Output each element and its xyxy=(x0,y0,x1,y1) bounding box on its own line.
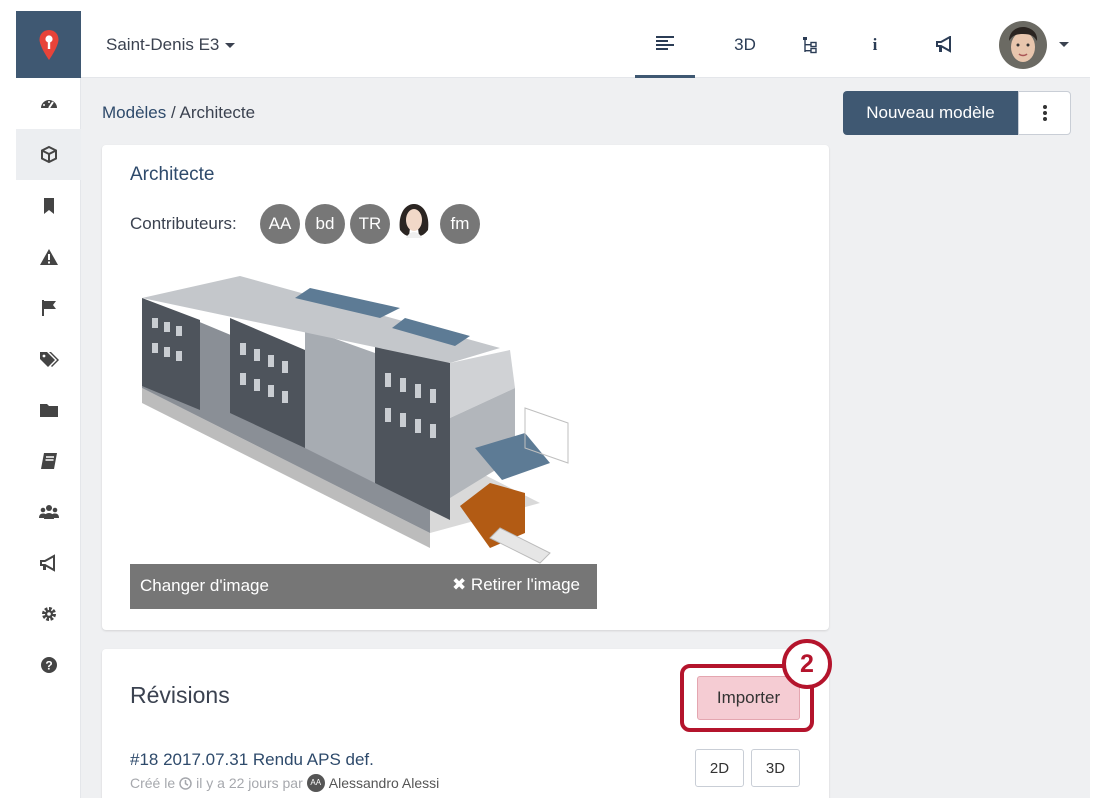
contributor-photo-avatar[interactable] xyxy=(394,200,434,242)
view-3d-button[interactable]: 3D xyxy=(751,749,800,787)
model-card: Architecte Contributeurs: AA bd TR fm Ch… xyxy=(102,145,829,630)
contributor-avatar[interactable]: AA xyxy=(260,204,300,244)
align-left-icon xyxy=(656,36,674,50)
user-menu-chevron-icon[interactable] xyxy=(1059,42,1069,47)
sidebar-item-docs[interactable] xyxy=(16,435,81,486)
contributor-avatar[interactable]: TR xyxy=(350,204,390,244)
user-avatar[interactable] xyxy=(999,21,1047,69)
tab-info[interactable]: i xyxy=(845,11,905,78)
contributor-avatar[interactable]: bd xyxy=(305,204,345,244)
chevron-down-icon xyxy=(225,42,236,48)
bookmark-icon xyxy=(43,197,54,214)
breadcrumb-current: Architecte xyxy=(179,103,256,122)
revisions-card: Révisions Importer 2 #18 2017.07.31 Rend… xyxy=(102,639,832,798)
sidebar-item-dashboard[interactable] xyxy=(16,78,81,129)
app-frame: ? Saint-Denis E3 3D i Modèles / Architec… xyxy=(16,11,1090,798)
sidebar-item-issues[interactable] xyxy=(16,231,81,282)
sitemap-icon xyxy=(803,36,817,53)
tab-announcements[interactable] xyxy=(915,11,975,78)
import-button[interactable]: Importer xyxy=(697,676,800,720)
created-prefix: Créé le xyxy=(130,775,176,791)
bullhorn-icon xyxy=(936,35,951,53)
gear-icon xyxy=(41,606,56,621)
users-icon xyxy=(38,504,59,519)
revisions-title: Révisions xyxy=(130,682,230,708)
sidebar-item-announcements[interactable] xyxy=(16,537,81,588)
sidebar-item-bookmarks[interactable] xyxy=(16,180,81,231)
sidebar-item-tags[interactable] xyxy=(16,333,81,384)
sidebar-item-settings[interactable] xyxy=(16,588,81,639)
sidebar-item-flags[interactable] xyxy=(16,282,81,333)
vertical-ellipsis-icon xyxy=(1042,105,1047,121)
contributor-avatar[interactable]: fm xyxy=(440,204,480,244)
created-when: il y a 22 jours par xyxy=(196,775,303,791)
more-options-button[interactable] xyxy=(1018,91,1071,135)
sidebar-item-models[interactable] xyxy=(16,129,81,180)
tags-icon xyxy=(39,351,59,367)
step-number-badge: 2 xyxy=(782,639,832,689)
tab-3d[interactable]: 3D xyxy=(715,11,775,78)
contributors-label: Contributeurs: xyxy=(130,214,237,233)
flag-icon xyxy=(41,299,56,316)
tab-list[interactable] xyxy=(635,11,695,78)
cube-icon xyxy=(40,145,57,163)
breadcrumb-separator: / xyxy=(166,103,180,122)
sidebar-item-users[interactable] xyxy=(16,486,81,537)
author-name[interactable]: Alessandro Alessi xyxy=(329,775,440,791)
project-selector[interactable]: Saint-Denis E3 xyxy=(106,35,236,55)
app-logo[interactable] xyxy=(16,11,81,78)
dashboard-icon xyxy=(40,99,57,109)
clock-icon xyxy=(179,776,192,790)
info-icon: i xyxy=(872,34,878,54)
svg-text:?: ? xyxy=(45,658,52,672)
author-mini-avatar: AA xyxy=(306,774,325,792)
map-pin-logo-icon xyxy=(39,29,58,60)
folder-icon xyxy=(39,403,58,417)
woman-portrait xyxy=(399,204,429,238)
image-action-bar: Changer d'image ✖ Retirer l'image xyxy=(130,564,597,609)
view-2d-button[interactable]: 2D xyxy=(695,749,744,787)
model-thumbnail xyxy=(130,258,598,608)
warning-icon xyxy=(39,248,58,265)
left-sidebar: ? xyxy=(16,11,81,798)
revision-meta: Créé le il y a 22 jours par AA Alessandr… xyxy=(130,774,439,792)
book-icon xyxy=(40,452,57,469)
remove-image-button[interactable]: ✖ Retirer l'image xyxy=(452,575,580,595)
change-image-button[interactable]: Changer d'image xyxy=(140,576,269,596)
tab-tree[interactable] xyxy=(780,11,840,78)
new-model-button[interactable]: Nouveau modèle xyxy=(843,91,1018,135)
project-name: Saint-Denis E3 xyxy=(106,35,220,54)
bullhorn-icon xyxy=(39,553,55,572)
tab-3d-label: 3D xyxy=(734,34,756,54)
top-bar: Saint-Denis E3 3D i xyxy=(81,11,1090,78)
help-icon: ? xyxy=(40,656,57,673)
user-photo xyxy=(999,21,1047,69)
building-render xyxy=(142,276,569,564)
revision-name-link[interactable]: #18 2017.07.31 Rendu APS def. xyxy=(130,750,374,770)
model-title: Architecte xyxy=(130,164,215,185)
sidebar-item-help[interactable]: ? xyxy=(16,639,81,690)
breadcrumb-models-link[interactable]: Modèles xyxy=(102,103,166,122)
breadcrumb: Modèles / Architecte xyxy=(102,103,255,123)
sidebar-item-files[interactable] xyxy=(16,384,81,435)
